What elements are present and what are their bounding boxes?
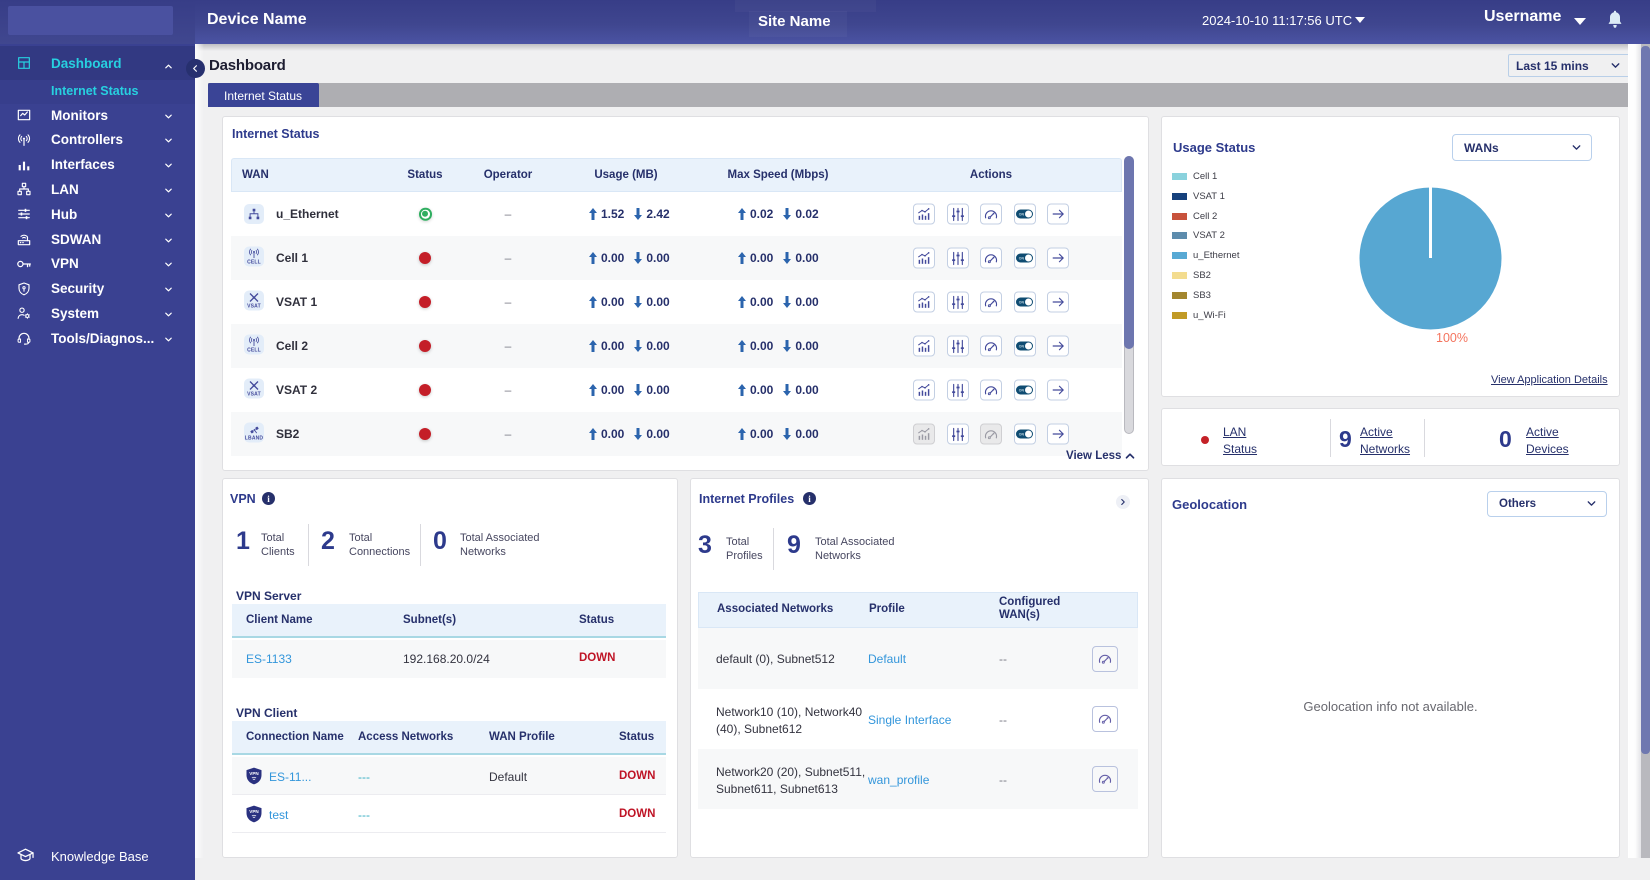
svg-text:VPN: VPN (249, 809, 258, 814)
svg-text:VPN: VPN (249, 771, 258, 776)
